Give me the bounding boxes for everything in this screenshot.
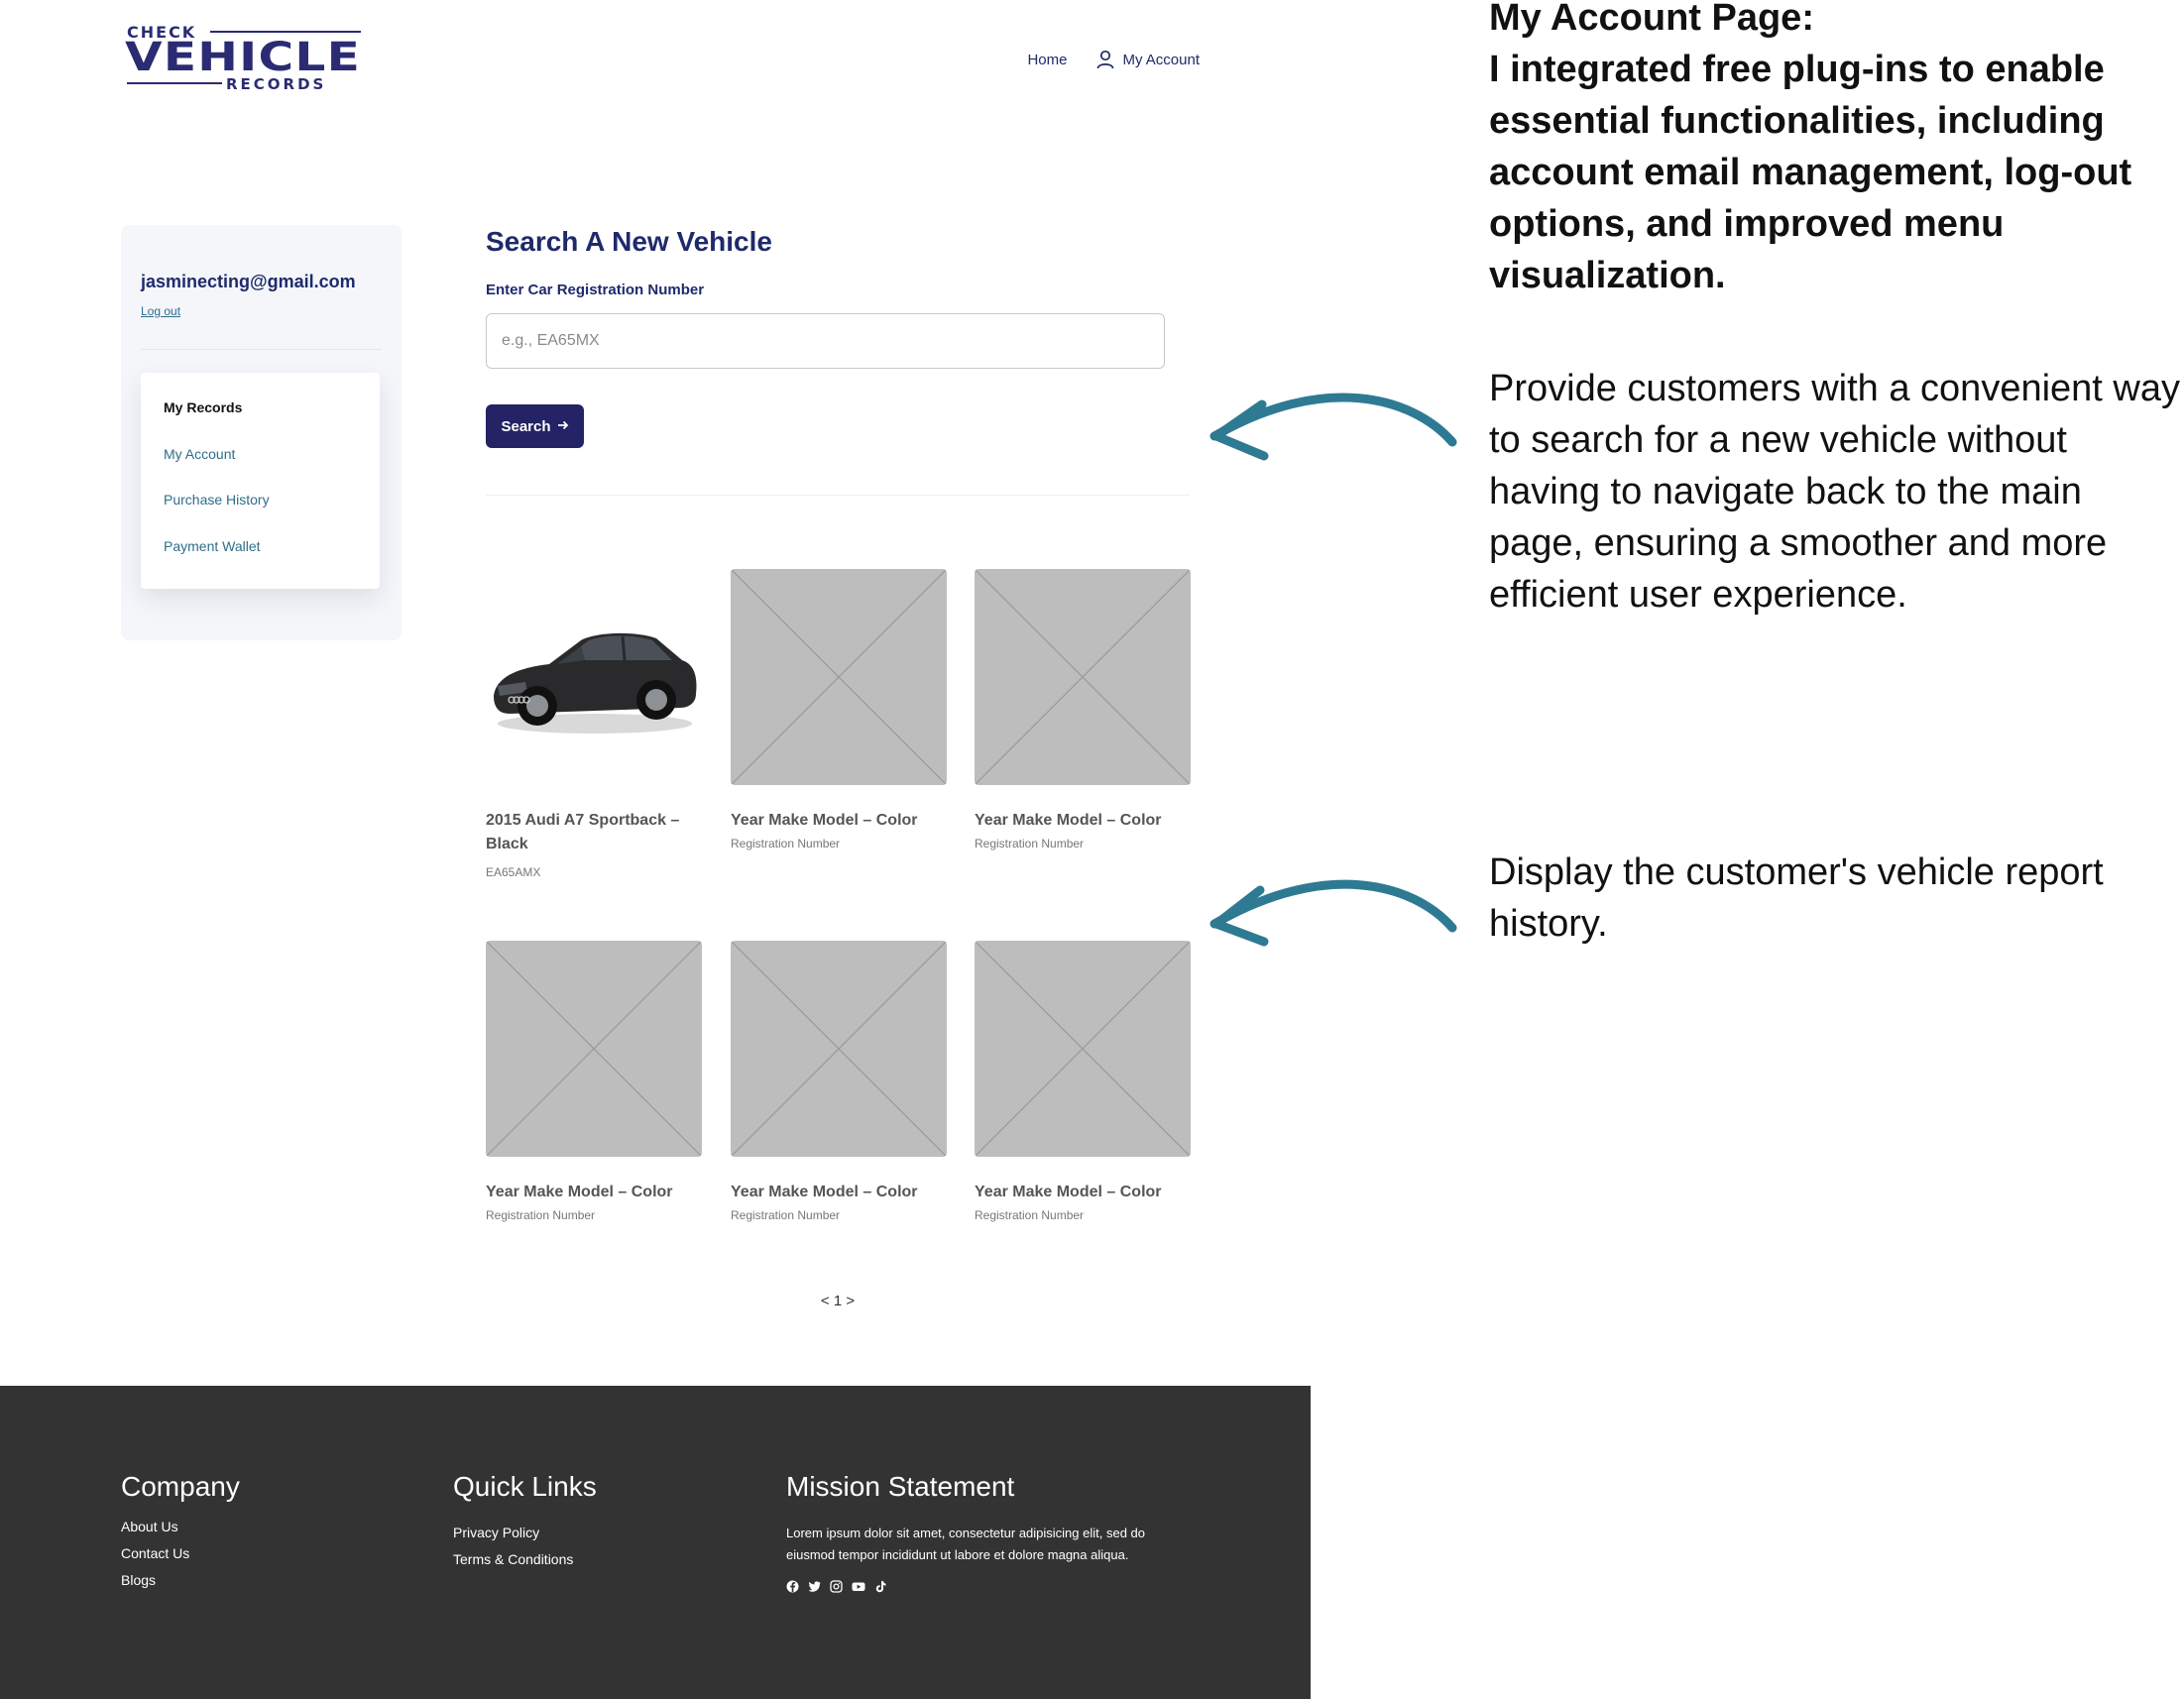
image-placeholder-icon: [975, 941, 1191, 1157]
search-button[interactable]: Search: [486, 404, 584, 448]
menu-item-payment-wallet[interactable]: Payment Wallet: [164, 539, 380, 586]
pagination[interactable]: < 1 >: [793, 1293, 882, 1309]
account-menu: My Records My Account Purchase History P…: [141, 373, 380, 589]
footer-link-terms[interactable]: Terms & Conditions: [453, 1551, 597, 1567]
car-photo: [486, 569, 702, 785]
footer-link-contact-us[interactable]: Contact Us: [121, 1545, 240, 1561]
vehicle-title: Year Make Model – Color: [731, 812, 918, 829]
svg-text:RECORDS: RECORDS: [226, 75, 326, 93]
vehicle-registration: Registration Number: [731, 837, 841, 850]
vehicle-card[interactable]: Year Make Model – Color Registration Num…: [731, 941, 947, 1222]
vehicle-registration: Registration Number: [731, 1208, 841, 1222]
facebook-icon[interactable]: [786, 1580, 799, 1598]
footer-quick-links-title: Quick Links: [453, 1471, 597, 1502]
vehicle-card[interactable]: Year Make Model – Color Registration Num…: [975, 941, 1191, 1222]
footer-link-blogs[interactable]: Blogs: [121, 1572, 240, 1588]
vehicle-registration: Registration Number: [975, 1208, 1085, 1222]
twitter-icon[interactable]: [808, 1580, 821, 1598]
curved-arrow-icon: [1209, 879, 1457, 947]
vehicle-card[interactable]: 2015 Audi A7 Sportback – Black EA65AMX: [486, 569, 702, 879]
vehicle-title: Year Make Model – Color: [486, 1184, 673, 1200]
footer-quick-links: Quick Links Privacy Policy Terms & Condi…: [453, 1471, 597, 1578]
nav-my-account-label: My Account: [1122, 51, 1200, 68]
menu-item-my-account[interactable]: My Account: [164, 447, 380, 494]
sidebar-divider: [141, 349, 382, 350]
menu-item-purchase-history[interactable]: Purchase History: [164, 493, 380, 539]
image-placeholder-icon: [731, 941, 947, 1157]
footer-mission-text: Lorem ipsum dolor sit amet, consectetur …: [786, 1526, 1146, 1562]
nav-home-label: Home: [1027, 51, 1068, 68]
vehicle-title: 2015 Audi A7 Sportback – Black: [486, 812, 680, 852]
account-sidebar: jasminecting@gmail.com Log out My Record…: [121, 225, 402, 640]
nav-my-account-link[interactable]: My Account: [1096, 50, 1200, 69]
menu-item-my-records[interactable]: My Records: [164, 400, 380, 447]
annotation-page-title: My Account Page: I integrated free plug-…: [1489, 0, 2132, 296]
top-nav: Home My Account: [991, 50, 1200, 69]
user-icon: [1096, 50, 1114, 69]
instagram-icon[interactable]: [830, 1580, 843, 1598]
account-email: jasminecting@gmail.com: [141, 272, 356, 291]
registration-label: Enter Car Registration Number: [486, 282, 705, 298]
image-placeholder-icon: [975, 569, 1191, 785]
site-footer: Company About Us Contact Us Blogs Quick …: [0, 1386, 1311, 1699]
registration-input[interactable]: [486, 313, 1165, 369]
annotation-history: Display the customer's vehicle report hi…: [1489, 851, 2104, 945]
svg-text:VEHICLE: VEHICLE: [125, 35, 361, 80]
youtube-icon[interactable]: [852, 1580, 865, 1598]
annotation-search: Provide customers with a convenient way …: [1489, 368, 2180, 616]
arrow-right-icon: [557, 418, 569, 435]
site-logo[interactable]: CHECK VEHICLE RECORDS: [125, 24, 363, 93]
vehicle-title: Year Make Model – Color: [731, 1184, 918, 1200]
vehicle-registration: EA65AMX: [486, 865, 541, 879]
vehicle-registration: Registration Number: [975, 837, 1085, 850]
tiktok-icon[interactable]: [874, 1580, 887, 1598]
footer-company-title: Company: [121, 1471, 240, 1502]
social-links: [786, 1580, 1183, 1598]
footer-company: Company About Us Contact Us Blogs: [121, 1471, 240, 1599]
image-placeholder-icon: [731, 569, 947, 785]
vehicle-card[interactable]: Year Make Model – Color Registration Num…: [731, 569, 947, 850]
page-title: Search A New Vehicle: [486, 226, 772, 257]
vehicle-card[interactable]: Year Make Model – Color Registration Num…: [975, 569, 1191, 850]
vehicle-card[interactable]: Year Make Model – Color Registration Num…: [486, 941, 702, 1222]
search-button-label: Search: [501, 417, 551, 435]
footer-link-privacy-policy[interactable]: Privacy Policy: [453, 1525, 597, 1540]
vehicle-title: Year Make Model – Color: [975, 1184, 1162, 1200]
content-divider: [486, 495, 1190, 496]
footer-mission: Mission Statement Lorem ipsum dolor sit …: [786, 1471, 1183, 1598]
curved-arrow-icon: [1209, 393, 1457, 461]
vehicle-title: Year Make Model – Color: [975, 812, 1162, 829]
nav-home-link[interactable]: Home: [1027, 52, 1067, 68]
image-placeholder-icon: [486, 941, 702, 1157]
footer-link-about-us[interactable]: About Us: [121, 1519, 240, 1534]
logout-link[interactable]: Log out: [141, 304, 180, 318]
vehicle-registration: Registration Number: [486, 1208, 596, 1222]
footer-mission-title: Mission Statement: [786, 1471, 1015, 1502]
